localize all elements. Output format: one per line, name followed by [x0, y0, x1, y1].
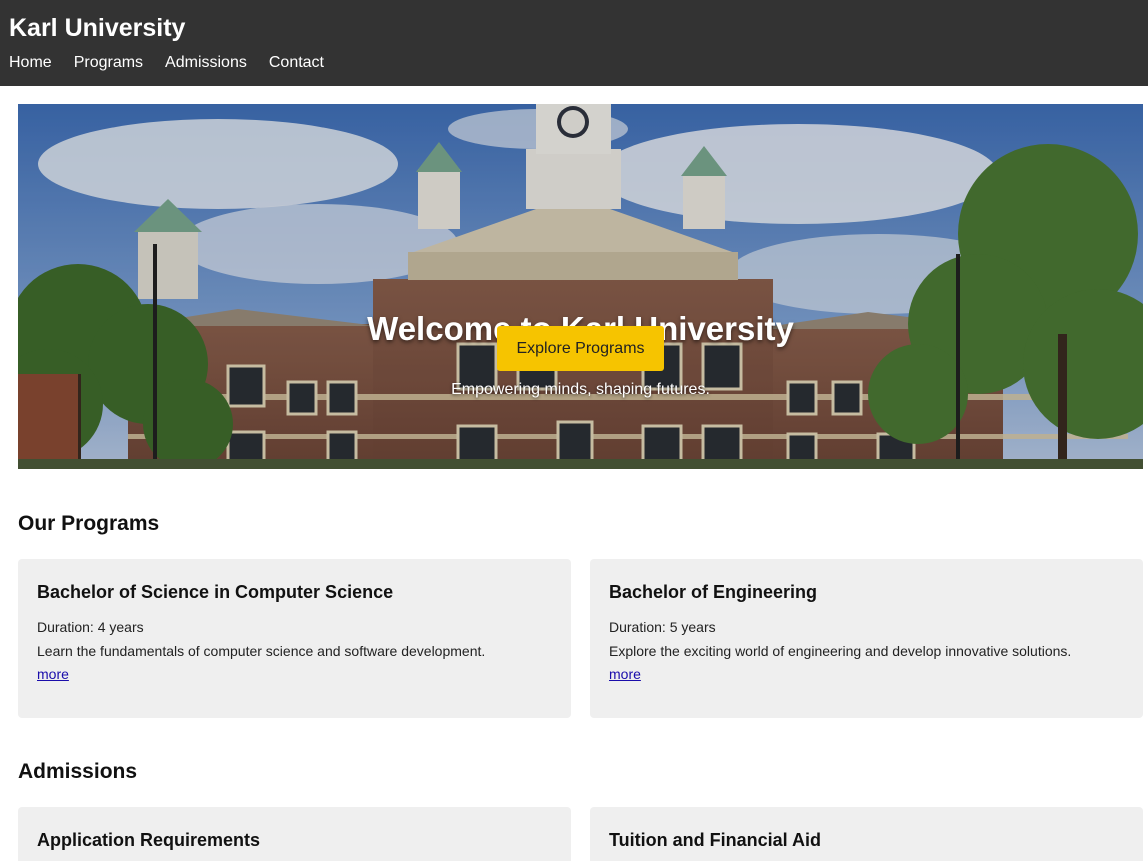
program-title: Bachelor of Engineering: [609, 582, 818, 602]
hero-subtitle: Empowering minds, shaping futures.: [451, 381, 710, 398]
campus-building-image: [18, 104, 1143, 469]
program-duration: Duration: 4 years: [37, 619, 144, 635]
program-card-computer-science: Bachelor of Science in Computer Science …: [18, 559, 571, 718]
main-nav: Home Programs Admissions Contact: [9, 53, 346, 73]
program-title: Bachelor of Science in Computer Science: [37, 582, 394, 602]
admissions-card-title: Application Requirements: [37, 830, 261, 850]
admissions-card-title: Tuition and Financial Aid: [609, 830, 821, 850]
program-more-link[interactable]: more: [37, 666, 69, 682]
programs-heading: Our Programs: [18, 512, 160, 535]
nav-link-home[interactable]: Home: [9, 53, 52, 73]
program-description: Learn the fundamentals of computer scien…: [37, 643, 486, 659]
hero-banner: Welcome to Karl University Empowering mi…: [18, 104, 1143, 469]
program-card-engineering: Bachelor of Engineering Duration: 5 year…: [590, 559, 1143, 718]
site-title: Karl University: [9, 14, 186, 42]
program-more-link[interactable]: more: [609, 666, 641, 682]
admissions-card-tuition: Tuition and Financial Aid: [590, 807, 1143, 861]
admissions-card-requirements: Application Requirements: [18, 807, 571, 861]
explore-programs-button[interactable]: Explore Programs: [497, 326, 664, 371]
admissions-heading: Admissions: [18, 760, 138, 783]
site-header: Karl University Home Programs Admissions…: [0, 0, 1148, 86]
nav-link-admissions[interactable]: Admissions: [165, 53, 247, 73]
nav-link-contact[interactable]: Contact: [269, 53, 324, 73]
nav-link-programs[interactable]: Programs: [74, 53, 143, 73]
program-duration: Duration: 5 years: [609, 619, 716, 635]
program-description: Explore the exciting world of engineerin…: [609, 643, 1072, 659]
